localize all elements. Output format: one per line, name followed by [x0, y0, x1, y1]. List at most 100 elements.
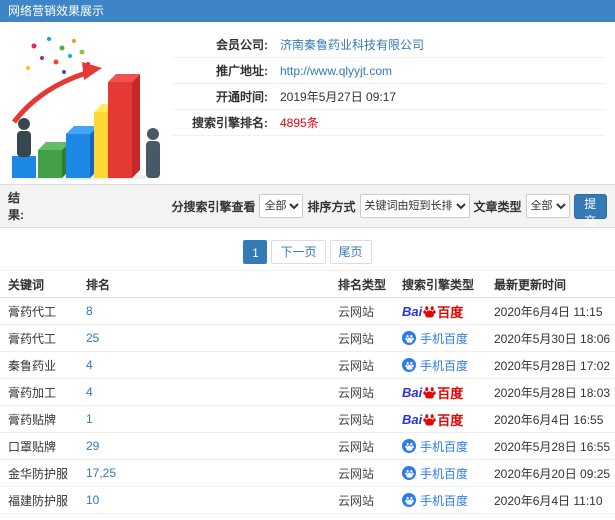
table-row: 福建防护服 10 云网站 手机百度 2020年6月4日 11:10: [0, 487, 615, 514]
promo-url-link[interactable]: http://www.qlyyjt.com: [280, 64, 392, 78]
info-row-rank-count: 搜索引擎排名: 4895条: [172, 110, 605, 136]
growth-arrow: [12, 62, 102, 124]
rank-type-cell: 云网站: [338, 466, 375, 481]
rank-link[interactable]: 1: [86, 412, 93, 426]
table-row: 手机百度: [0, 514, 615, 520]
mobile-baidu-label: 手机百度: [420, 493, 469, 508]
rank-count-label: 搜索引擎排名:: [192, 116, 268, 130]
mobile-baidu: 手机百度: [402, 330, 468, 347]
pagination: 1 下一页 尾页: [0, 228, 615, 270]
baidu-logo: Bai 百度: [402, 302, 463, 321]
mobile-baidu: 手机百度: [402, 438, 468, 455]
rank-link[interactable]: 10: [86, 493, 99, 507]
keyword-cell: 膏药加工: [8, 385, 57, 400]
next-page-button[interactable]: 下一页: [271, 240, 326, 264]
col-header-engine-type: 搜索引擎类型: [402, 277, 475, 292]
last-page-button[interactable]: 尾页: [329, 240, 372, 264]
baidu-paw-icon: [423, 386, 436, 398]
time-cell: 2020年6月4日 11:15: [494, 304, 603, 319]
engine-cell: 手机百度: [402, 438, 494, 455]
mobile-baidu: 手机百度: [402, 492, 468, 509]
mobile-baidu-label: 手机百度: [420, 358, 469, 373]
sort-select[interactable]: 关键词由短到长排序: [359, 194, 470, 218]
info-row-url: 推广地址: http://www.qlyyjt.com: [172, 58, 605, 84]
mobile-baidu-icon: [402, 466, 416, 480]
engine-filter-label: 分搜索引擎查看: [171, 199, 256, 214]
keyword-cell: 膏药代工: [8, 331, 57, 346]
baidu-logo: Bai 百度: [402, 383, 463, 402]
company-label: 会员公司:: [216, 38, 268, 52]
page-1-button[interactable]: 1: [243, 240, 268, 264]
time-cell: 2020年6月4日 11:10: [494, 493, 603, 508]
mobile-baidu-label: 手机百度: [420, 466, 469, 481]
time-cell: 2020年5月28日 16:55: [494, 439, 611, 454]
article-type-label: 文章类型: [473, 199, 522, 214]
rank-link[interactable]: 4: [86, 385, 93, 399]
baidu-logo-text-bai: Bai: [402, 384, 423, 400]
rank-link[interactable]: 29: [86, 439, 99, 453]
baidu-logo-text-du: 百度: [437, 412, 464, 428]
table-body: 膏药代工 8 云网站 Bai 百度 2020年6月4日 11:15 膏药代工 2…: [0, 298, 615, 520]
figure-right: [146, 128, 160, 178]
engine-cell: 手机百度: [402, 357, 494, 374]
mobile-baidu-label: 手机百度: [420, 331, 469, 346]
table-row: 膏药贴牌 1 云网站 Bai 百度 2020年6月4日 16:55: [0, 406, 615, 433]
results-table: 关键词 排名 排名类型 搜索引擎类型 最新更新时间 膏药代工 8 云网站 Bai…: [0, 270, 615, 520]
engine-cell: Bai 百度: [402, 383, 494, 402]
time-cell: 2020年6月4日 16:55: [494, 412, 604, 427]
mobile-baidu-icon: [402, 439, 416, 453]
baidu-paw-icon: [423, 305, 436, 317]
rank-type-cell: 云网站: [338, 358, 375, 373]
engine-cell: 手机百度: [402, 465, 494, 482]
promo-url-label: 推广地址:: [216, 64, 268, 78]
filter-bar: 结果: 分搜索引擎查看 全部 排序方式 关键词由短到长排序 文章类型 全部 提交: [0, 184, 615, 228]
info-row-open-time: 开通时间: 2019年5月27日 09:17: [172, 84, 605, 110]
confetti-dots: [26, 37, 90, 79]
rank-type-cell: 云网站: [338, 331, 375, 346]
filter-group: 分搜索引擎查看 全部 排序方式 关键词由短到长排序 文章类型 全部 提交: [171, 193, 607, 228]
rank-link[interactable]: 8: [86, 304, 93, 318]
table-row: 口罩贴牌 29 云网站 手机百度 2020年5月28日 16:55: [0, 433, 615, 460]
info-row-company: 会员公司: 济南秦鲁药业科技有限公司: [172, 32, 605, 58]
table-row: 秦鲁药业 4 云网站 手机百度 2020年5月28日 17:02: [0, 352, 615, 379]
mobile-baidu-icon: [402, 358, 416, 372]
keyword-cell: 金华防护服: [8, 466, 69, 481]
engine-filter-select[interactable]: 全部: [259, 194, 304, 218]
col-header-update-time: 最新更新时间: [494, 277, 567, 292]
rank-type-cell: 云网站: [338, 493, 375, 508]
open-time-value: 2019年5月27日 09:17: [280, 90, 397, 104]
rank-link[interactable]: 17,25: [86, 466, 116, 480]
baidu-logo: Bai 百度: [402, 410, 463, 429]
chart-illustration: [0, 22, 172, 184]
article-type-select[interactable]: 全部: [525, 194, 570, 218]
figure-left: [12, 118, 36, 178]
table-row: 膏药代工 25 云网站 手机百度 2020年5月30日 18:06: [0, 325, 615, 352]
rank-type-cell: 云网站: [338, 439, 375, 454]
engine-cell: Bai 百度: [402, 410, 494, 429]
engine-cell: 手机百度: [402, 492, 494, 509]
info-section: 会员公司: 济南秦鲁药业科技有限公司 推广地址: http://www.qlyy…: [0, 22, 615, 184]
table-row: 膏药代工 8 云网站 Bai 百度 2020年6月4日 11:15: [0, 298, 615, 325]
baidu-logo-text-bai: Bai: [402, 303, 423, 319]
sort-label: 排序方式: [307, 199, 356, 214]
submit-button[interactable]: 提交: [573, 193, 607, 228]
col-header-rank: 排名: [86, 277, 111, 292]
company-link[interactable]: 济南秦鲁药业科技有限公司: [280, 36, 424, 53]
engine-cell: Bai 百度: [402, 302, 494, 321]
rank-type-cell: 云网站: [338, 385, 375, 400]
rank-type-cell: 云网站: [338, 304, 375, 319]
time-cell: 2020年5月28日 18:03: [494, 385, 611, 400]
time-cell: 2020年5月28日 17:02: [494, 358, 611, 373]
table-header-row: 关键词 排名 排名类型 搜索引擎类型 最新更新时间: [0, 270, 615, 298]
mobile-baidu-icon: [402, 331, 416, 345]
engine-cell: 手机百度: [402, 330, 494, 347]
baidu-logo-text-du: 百度: [437, 385, 464, 401]
title-bar: 网络营销效果展示: [0, 0, 615, 22]
rank-link[interactable]: 4: [86, 358, 93, 372]
result-label: 结果:: [8, 191, 24, 222]
table-row: 金华防护服 17,25 云网站 手机百度 2020年6月20日 09:25: [0, 460, 615, 487]
rank-link[interactable]: 25: [86, 331, 99, 345]
keyword-cell: 口罩贴牌: [8, 439, 57, 454]
keyword-cell: 秦鲁药业: [8, 358, 57, 373]
mobile-baidu: 手机百度: [402, 357, 468, 374]
